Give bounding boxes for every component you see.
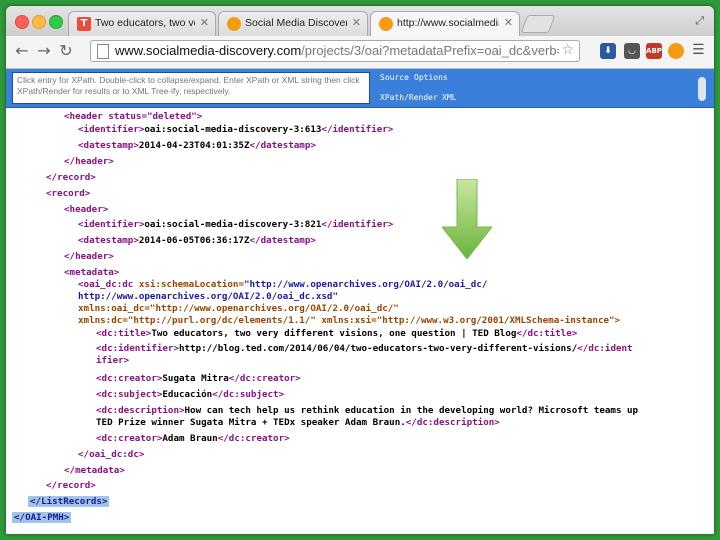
pocket-extension-icon[interactable]: ◡ xyxy=(624,43,640,59)
fullscreen-icon[interactable]: ⤢ xyxy=(695,14,704,28)
xml-line[interactable]: <dc:title>Two educators, two very differ… xyxy=(96,327,577,340)
smd-favicon-icon xyxy=(227,17,241,31)
tab-oai-feed[interactable]: http://www.socialmedia ✕ xyxy=(370,11,520,36)
xml-line-selected[interactable]: </ListRecords> xyxy=(28,495,110,508)
xpath-toolbar: Source Options XPath/Render XML xyxy=(6,69,714,108)
address-bar[interactable]: www.socialmedia-discovery.com/projects/3… xyxy=(90,40,580,62)
tab-title: Two educators, two very d xyxy=(95,17,195,29)
minimize-window-button[interactable] xyxy=(32,15,46,29)
tab-ted-blog[interactable]: T Two educators, two very d ✕ xyxy=(68,11,216,36)
ted-favicon-icon: T xyxy=(77,17,91,31)
menu-icon[interactable]: ☰ xyxy=(692,42,706,58)
xml-tree-view: <header status="deleted"> <identifier>oa… xyxy=(6,108,714,534)
xpath-input[interactable] xyxy=(12,72,370,104)
xml-line[interactable]: </record> xyxy=(46,171,96,184)
download-extension-icon[interactable]: ⬇ xyxy=(600,43,616,59)
xml-line[interactable]: <header status="deleted"> xyxy=(64,110,202,123)
tab-close-icon[interactable]: ✕ xyxy=(504,16,513,29)
xml-line[interactable]: </metadata> xyxy=(64,464,125,477)
smd-extension-icon[interactable] xyxy=(668,43,684,59)
xml-line[interactable]: <header> xyxy=(64,203,108,216)
url-text[interactable]: www.socialmedia-discovery.com/projects/3… xyxy=(115,43,559,58)
xml-line: TED Prize winner Sugata Mitra + TEDx spe… xyxy=(96,417,500,428)
tab-close-icon[interactable]: ✕ xyxy=(352,16,361,29)
xpath-render-link[interactable]: XPath/Render xyxy=(380,93,438,102)
forward-arrow-icon[interactable]: → xyxy=(34,41,54,61)
xml-line[interactable]: <dc:creator>Adam Braun</dc:creator> xyxy=(96,432,290,445)
xml-line[interactable]: <datestamp>2014-04-23T04:01:35Z</datesta… xyxy=(78,139,316,152)
xml-line[interactable]: </header> xyxy=(64,155,114,168)
source-link[interactable]: Source xyxy=(380,73,409,82)
reload-icon[interactable]: ↻ xyxy=(56,41,76,61)
xml-line[interactable]: <record> xyxy=(46,187,90,200)
page-icon xyxy=(97,44,109,59)
tab-title: Social Media Discovery xyxy=(245,17,347,29)
xml-line[interactable]: <dc:identifier>http://blog.ted.com/2014/… xyxy=(96,342,633,355)
down-arrow-icon xyxy=(442,179,492,259)
xpath-scrollbar[interactable] xyxy=(698,77,706,101)
xml-line: ifier> xyxy=(96,355,130,366)
tab-close-icon[interactable]: ✕ xyxy=(200,16,209,29)
tab-social-media-discovery[interactable]: Social Media Discovery ✕ xyxy=(218,11,368,36)
xml-line[interactable]: </header> xyxy=(64,250,114,263)
xml-line[interactable]: </record> xyxy=(46,479,96,492)
close-window-button[interactable] xyxy=(15,15,29,29)
xml-line-selected[interactable]: </OAI-PMH> xyxy=(12,511,72,524)
xml-line[interactable]: <dc:subject>Educación</dc:subject> xyxy=(96,388,284,401)
xml-line: xmlns:dc="http://purl.org/dc/elements/1.… xyxy=(78,315,621,326)
xml-line[interactable]: <identifier>oai:social-media-discovery-3… xyxy=(78,123,393,136)
xml-line[interactable]: </oai_dc:dc> xyxy=(78,448,144,461)
adblock-extension-icon[interactable]: ABP xyxy=(646,43,662,59)
tab-strip: T Two educators, two very d ✕ Social Med… xyxy=(6,6,714,36)
navigation-toolbar: ← → ↻ www.socialmedia-discovery.com/proj… xyxy=(6,36,714,69)
smd-favicon-icon xyxy=(379,17,393,31)
new-tab-button[interactable] xyxy=(520,15,556,33)
xml-link[interactable]: XML xyxy=(442,93,456,102)
browser-window: T Two educators, two very d ✕ Social Med… xyxy=(6,6,714,534)
xml-line[interactable]: <identifier>oai:social-media-discovery-3… xyxy=(78,218,393,231)
options-link[interactable]: Options xyxy=(414,73,448,82)
bookmark-star-icon[interactable]: ☆ xyxy=(561,42,574,58)
xml-line[interactable]: <dc:creator>Sugata Mitra</dc:creator> xyxy=(96,372,301,385)
back-arrow-icon[interactable]: ← xyxy=(12,41,32,61)
xml-line[interactable]: <datestamp>2014-06-05T06:36:17Z</datesta… xyxy=(78,234,316,247)
tab-title: http://www.socialmedia xyxy=(397,17,499,29)
maximize-window-button[interactable] xyxy=(49,15,63,29)
